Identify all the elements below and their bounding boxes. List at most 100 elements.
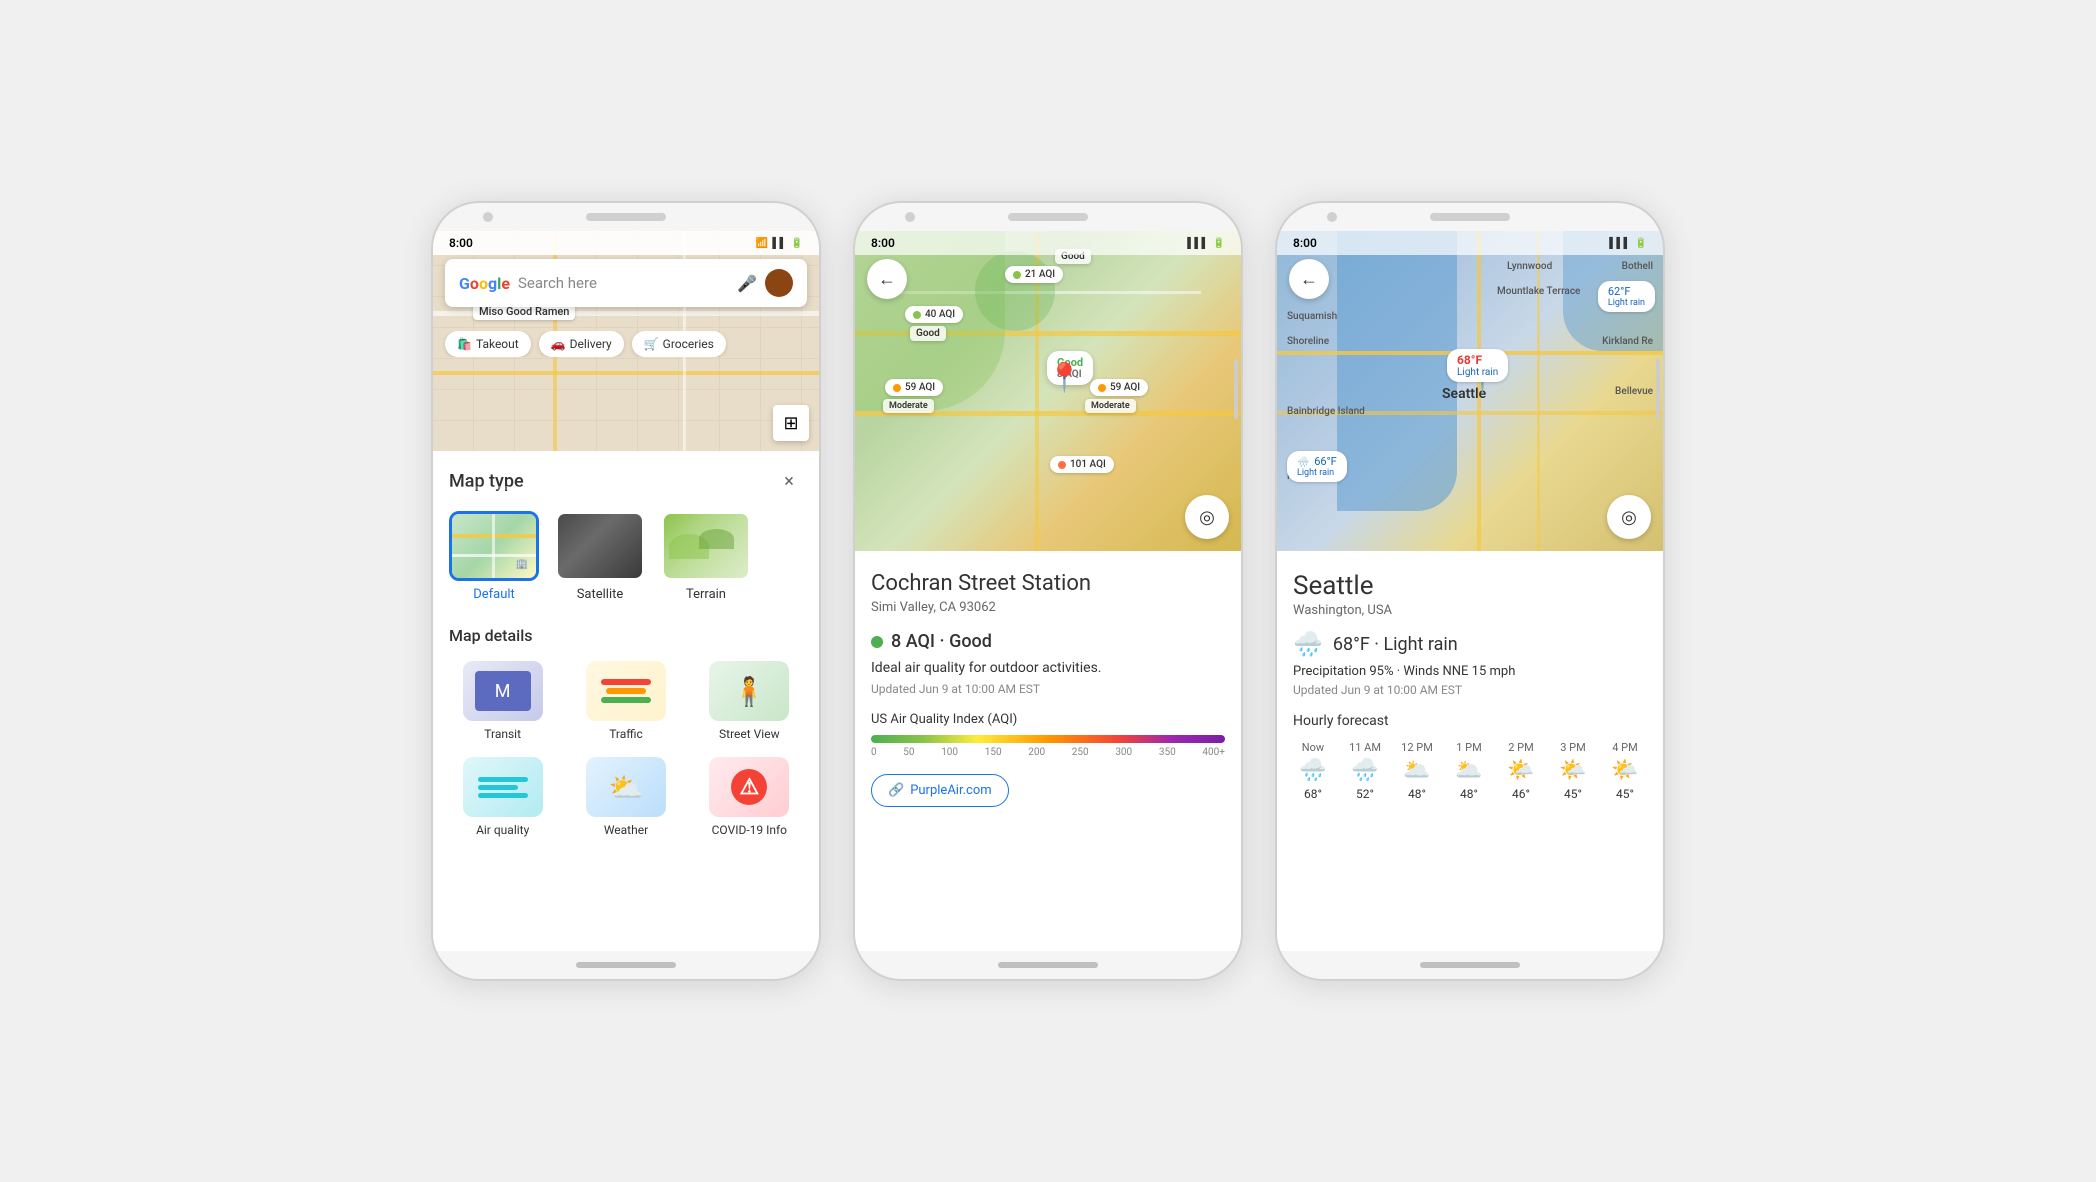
weather-rain-icon: 🌧️ <box>1293 630 1323 658</box>
hourly-temp-2pm: 46° <box>1512 787 1530 801</box>
aqi-scale-350: 350 <box>1159 747 1176 758</box>
phone-1-speaker <box>586 213 666 221</box>
aqi-scale-250: 250 <box>1072 747 1089 758</box>
phone-1-bottom-bar <box>433 951 819 979</box>
traffic-icon-inner <box>586 661 666 721</box>
condition-light-rain: Light rain <box>1457 367 1498 378</box>
phone-3-battery-icon: 🔋 <box>1635 238 1647 249</box>
search-bar[interactable]: Google Search here 🎤 <box>445 259 807 307</box>
chip-delivery[interactable]: 🚗 Delivery <box>539 331 624 357</box>
mountlake-label: Mountlake Terrace <box>1497 286 1580 297</box>
hourly-item-3pm: 3 PM 🌤️ 45° <box>1553 741 1593 801</box>
hourly-icon-now: 🌧️ <box>1299 758 1326 783</box>
station-name: Cochran Street Station <box>871 571 1225 596</box>
wind-label: Winds NNE 15 mph <box>1403 664 1515 679</box>
aqi-scale-0: 0 <box>871 747 877 758</box>
purpleair-label: PurpleAir.com <box>910 783 991 798</box>
chip-groceries[interactable]: 🛒 Groceries <box>632 331 726 357</box>
hourly-item-4pm: 4 PM 🌤️ 45° <box>1605 741 1645 801</box>
person-icon: 🧍 <box>732 675 767 708</box>
detail-covid[interactable]: ⚠ COVID-19 Info <box>696 757 803 837</box>
location-target-button[interactable]: ◎ <box>1185 495 1229 539</box>
detail-transit[interactable]: M Transit <box>449 661 556 741</box>
covid-icon-inner: ⚠ <box>709 757 789 817</box>
back-button-phone3[interactable]: ← <box>1289 259 1329 299</box>
back-button-phone2[interactable]: ← <box>867 259 907 299</box>
detail-weather[interactable]: ⛅ Weather <box>572 757 679 837</box>
mic-icon[interactable]: 🎤 <box>737 274 757 293</box>
temp-68: 68°F <box>1457 353 1498 367</box>
delivery-icon: 🚗 <box>551 337 566 351</box>
satellite-map-preview <box>558 514 642 578</box>
traffic-line-green <box>601 697 651 703</box>
user-avatar[interactable] <box>765 269 793 297</box>
hourly-icon-2pm: 🌤️ <box>1507 758 1534 783</box>
search-placeholder[interactable]: Search here <box>518 274 729 292</box>
phone-3-top-bar <box>1277 203 1663 231</box>
bothell-label: Bothell <box>1622 261 1653 272</box>
map-details-grid: M Transit <box>449 661 803 837</box>
hourly-time-11am: 11 AM <box>1349 741 1381 754</box>
air-wave-1 <box>478 777 528 782</box>
purpleair-link[interactable]: 🔗 PurpleAir.com <box>871 774 1009 807</box>
phone-1: 📍 8:00 📶 ▌▌ 🔋 Google <box>431 201 821 981</box>
detail-airquality[interactable]: Air quality <box>449 757 556 837</box>
location-button-phone3[interactable]: ◎ <box>1607 495 1651 539</box>
covid-icon-box: ⚠ <box>709 757 789 817</box>
temp-badge-62: 62°F Light rain <box>1598 281 1655 312</box>
weather-icon-inner: ⛅ <box>586 757 666 817</box>
hourly-time-3pm: 3 PM <box>1560 741 1585 754</box>
map-type-terrain-label: Terrain <box>686 587 726 602</box>
phone-3: Lynnwood Mountlake Terrace Bothell Suqua… <box>1275 201 1665 981</box>
aqi-scale-200: 200 <box>1028 747 1045 758</box>
phone-3-status-bar: 8:00 ▌▌▌ 🔋 <box>1277 231 1663 255</box>
phone-3-status-icons: ▌▌▌ 🔋 <box>1609 238 1647 249</box>
aqi-dot-101 <box>1058 461 1066 469</box>
hourly-title: Hourly forecast <box>1293 713 1647 729</box>
map-type-terrain[interactable]: Terrain <box>661 511 751 602</box>
battery-icon: 🔋 <box>791 238 803 249</box>
map-type-default[interactable]: 🏢 Default <box>449 511 539 602</box>
phones-container: 📍 8:00 📶 ▌▌ 🔋 Google <box>391 161 1705 1021</box>
phone-1-status-bar: 8:00 📶 ▌▌ 🔋 <box>433 231 819 255</box>
aqi-green-dot <box>871 636 883 648</box>
aqi-dot-green <box>1013 271 1021 279</box>
kirkland-label: Kirkland Re <box>1602 336 1653 347</box>
terrain-map-preview <box>664 514 748 578</box>
weather-temp-desc: 68°F · Light rain <box>1333 634 1458 655</box>
moderate-label-1: Moderate <box>883 399 934 413</box>
phone-2-camera <box>905 212 915 222</box>
hourly-temp-1pm: 48° <box>1460 787 1478 801</box>
chip-takeout[interactable]: 🛍️ Takeout <box>445 331 531 357</box>
temp-66: 66°F <box>1314 455 1337 468</box>
scroll-indicator <box>1234 359 1238 419</box>
detail-traffic[interactable]: Traffic <box>572 661 679 741</box>
hourly-item-2pm: 2 PM 🌤️ 46° <box>1501 741 1541 801</box>
close-button[interactable]: × <box>775 467 803 495</box>
aqi-dot-sep: · <box>940 631 950 652</box>
traffic-road <box>601 679 651 703</box>
aqi-21-label: 21 AQI <box>1025 269 1055 280</box>
phone-2: 21 AQI Good 40 AQI Good 59 AQI Moderate <box>853 201 1243 981</box>
bainbridge-label: Bainbridge Island <box>1287 406 1365 417</box>
phone-2-status-icons: ▌▌▌ 🔋 <box>1187 238 1225 249</box>
aqi-59-left-label: 59 AQI <box>905 382 935 393</box>
map-type-default-label: Default <box>473 587 515 602</box>
hourly-item-12pm: 12 PM 🌥️ 48° <box>1397 741 1437 801</box>
map-type-satellite[interactable]: Satellite <box>555 511 645 602</box>
aqi-badge-101: 101 AQI <box>1050 456 1114 473</box>
light-rain-label-2: Light rain <box>1297 468 1337 478</box>
layer-icon-button[interactable]: ⊞ <box>773 405 809 441</box>
air-wave-2 <box>478 785 518 790</box>
hourly-temp-12pm: 48° <box>1408 787 1426 801</box>
chip-groceries-label: Groceries <box>663 337 714 351</box>
phone-1-content: 📍 8:00 📶 ▌▌ 🔋 Google <box>433 231 819 951</box>
aqi-value: 8 AQI <box>891 631 935 652</box>
aqi-index-title: US Air Quality Index (AQI) <box>871 712 1225 727</box>
phone-2-home-bar <box>998 962 1098 968</box>
aqi-badge-40: 40 AQI <box>905 306 963 323</box>
hourly-time-1pm: 1 PM <box>1456 741 1481 754</box>
shoreline-label: Shoreline <box>1287 336 1329 347</box>
detail-streetview[interactable]: 🧍 Street View <box>696 661 803 741</box>
hourly-temp-11am: 52° <box>1356 787 1374 801</box>
